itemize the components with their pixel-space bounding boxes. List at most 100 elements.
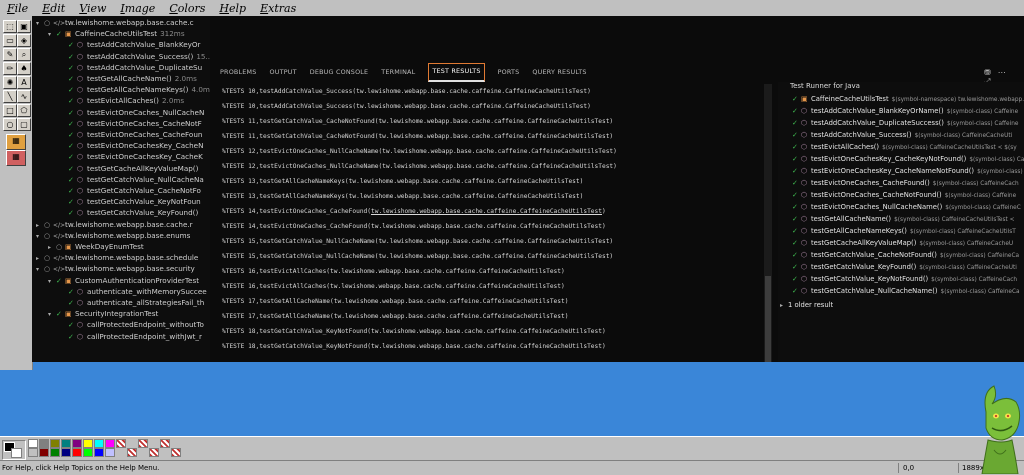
- palette-swatch[interactable]: [116, 439, 126, 448]
- tab-output[interactable]: OUTPUT: [269, 64, 296, 80]
- magnifier-icon[interactable]: ⌕: [17, 48, 31, 61]
- test-method-row[interactable]: ✓ ⬡ testGetCatchValue_CacheNotFo: [32, 185, 201, 196]
- palette-swatch[interactable]: [94, 448, 104, 457]
- runner-test-row[interactable]: ✓ ⬡ testEvictOneCachesKey_CacheNameNotFoun…: [792, 165, 1024, 177]
- runner-test-row[interactable]: ✓ ⬡ testGetCatchValue_NullCacheName() $(sym…: [792, 285, 1020, 297]
- test-method-row[interactable]: ✓ ⬡ authenticate_withMemorySuccee: [32, 286, 207, 297]
- test-package-row[interactable]: ▸ ○ </>tw.lewishome.webapp.base.schedule: [32, 252, 198, 263]
- text-tool-icon[interactable]: A: [17, 76, 31, 89]
- runner-test-row[interactable]: ✓ ⬡ testAddCatchValue_DuplicateSuccess() $(…: [792, 117, 1018, 129]
- runner-test-row[interactable]: ✓ ⬡ testEvictOneCaches_CacheFound() $(symbo…: [792, 177, 1019, 189]
- menu-item-edit[interactable]: Edit: [35, 2, 72, 15]
- palette-swatch[interactable]: [39, 439, 49, 448]
- palette-swatch[interactable]: [94, 439, 104, 448]
- runner-test-row[interactable]: ✓ ⬡ testAddCatchValue_Success() $(symbol-cl…: [792, 129, 1012, 141]
- curve-tool-icon[interactable]: ∿: [17, 90, 31, 103]
- runner-test-row[interactable]: ✓ ⬡ testGetAllCacheNameKeys() $(symbol-clas…: [792, 225, 1016, 237]
- extra-tool-2-icon[interactable]: ▦: [6, 150, 26, 166]
- runner-test-row[interactable]: ✓ ⬡ testGetCatchValue_KeyNotFound() $(symbo…: [792, 273, 1017, 285]
- palette-swatch[interactable]: [28, 439, 38, 448]
- extra-tool-icon[interactable]: ▦: [6, 134, 26, 150]
- palette-swatch[interactable]: [171, 448, 181, 457]
- palette-swatch[interactable]: [39, 448, 49, 457]
- test-package-row[interactable]: ▾ ○ </>tw.lewishome.webapp.base.security: [32, 263, 195, 274]
- chevron-right-icon[interactable]: ▸: [780, 300, 788, 312]
- polygon-tool-icon[interactable]: ⬠: [17, 104, 31, 117]
- output-link[interactable]: tw.lewishome.webapp.base.cache.caffeine.…: [371, 208, 602, 215]
- tab-query-results[interactable]: QUERY RESULTS: [532, 64, 586, 80]
- menu-item-image[interactable]: Image: [113, 2, 162, 15]
- background-color[interactable]: [11, 448, 22, 458]
- test-class-row[interactable]: ▸ ○ ▣ WeekDayEnumTest: [32, 241, 144, 252]
- test-method-row[interactable]: ✓ ⬡ testGetCacheAllKeyValueMap(): [32, 163, 198, 174]
- ellipse-tool-icon[interactable]: ○: [3, 118, 17, 131]
- palette-swatch[interactable]: [127, 448, 137, 457]
- palette-swatch[interactable]: [72, 439, 82, 448]
- rounded-rect-tool-icon[interactable]: ▢: [17, 118, 31, 131]
- palette-swatch[interactable]: [138, 439, 148, 448]
- palette-swatch[interactable]: [83, 439, 93, 448]
- tab-ports[interactable]: PORTS: [498, 64, 520, 80]
- test-method-row[interactable]: ✓ ⬡ testGetAllCacheName() 2.0ms: [32, 73, 197, 84]
- brush-icon[interactable]: ♠: [17, 62, 31, 75]
- palette-swatch[interactable]: [72, 448, 82, 457]
- pencil-icon[interactable]: ✏: [3, 62, 17, 75]
- runner-test-row[interactable]: ✓ ⬡ testAddCatchValue_BlankKeyOrName() $(sy…: [792, 105, 1018, 117]
- older-results-row[interactable]: ▸ 1 older result: [780, 299, 833, 311]
- free-select-icon[interactable]: ⬚: [3, 20, 17, 33]
- tab-debug-console[interactable]: DEBUG CONSOLE: [310, 64, 369, 80]
- rect-select-icon[interactable]: ▣: [17, 20, 31, 33]
- test-method-row[interactable]: ✓⬡testAddCatchValue_Success()15...: [32, 51, 210, 62]
- tab-terminal[interactable]: TERMINAL: [381, 64, 415, 80]
- rectangle-tool-icon[interactable]: □: [3, 104, 17, 117]
- test-package-row[interactable]: ▸ ○ </>tw.lewishome.webapp.base.cache.r: [32, 219, 193, 230]
- output-scroll-thumb[interactable]: [765, 276, 771, 362]
- palette-swatch[interactable]: [28, 448, 38, 457]
- test-method-row[interactable]: ✓ ⬡ testGetCatchValue_KeyNotFoun: [32, 196, 201, 207]
- test-method-row[interactable]: ✓ ⬡ callProtectedEndpoint_withJwt_r: [32, 331, 202, 342]
- test-method-row[interactable]: ✓ ⬡ testEvictOneCaches_NullCacheN: [32, 107, 204, 118]
- test-method-row[interactable]: ✓ ⬡ testEvictOneCachesKey_CacheN: [32, 140, 203, 151]
- menu-item-view[interactable]: View: [72, 2, 113, 15]
- test-method-row[interactable]: ✓ ⬡ authenticate_allStrategiesFail_th: [32, 297, 204, 308]
- eraser-icon[interactable]: ▭: [3, 34, 17, 47]
- test-method-row[interactable]: ✓ ⬡ callProtectedEndpoint_withoutTo: [32, 319, 204, 330]
- runner-test-row[interactable]: ✓ ⬡ testEvictOneCachesKey_CacheKeyNotFound…: [792, 153, 1024, 165]
- menu-item-colors[interactable]: Colors: [162, 2, 212, 15]
- palette-swatch[interactable]: [105, 439, 115, 448]
- menu-item-extras[interactable]: Extras: [253, 2, 303, 15]
- filter-icon[interactable]: ⛃: [984, 68, 991, 77]
- runner-class-row[interactable]: ✓ ▣ CaffeineCacheUtilsTest $(symbol-namespa…: [792, 93, 1024, 105]
- runner-test-row[interactable]: ✓ ⬡ testEvictOneCaches_NullCacheName() $(sy…: [792, 201, 1021, 213]
- fill-bucket-icon[interactable]: ◈: [17, 34, 31, 47]
- runner-test-row[interactable]: ✓ ⬡ testEvictAllCaches() $(symbol-class) Ca…: [792, 141, 1017, 153]
- tab-test-results[interactable]: TEST RESULTS: [428, 62, 485, 82]
- test-method-row[interactable]: ✓ ⬡ testAddCatchValue_DuplicateSu: [32, 62, 202, 73]
- palette-swatch[interactable]: [105, 448, 115, 457]
- airbrush-icon[interactable]: ✺: [3, 76, 17, 89]
- palette-swatch[interactable]: [50, 448, 60, 457]
- palette-swatch[interactable]: [83, 448, 93, 457]
- palette-swatch[interactable]: [50, 439, 60, 448]
- test-class-row[interactable]: ▾ ✓ ▣ CustomAuthenticationProviderTest: [32, 275, 199, 286]
- test-method-row[interactable]: ✓ ⬡ testGetCatchValue_KeyFound(): [32, 207, 198, 218]
- palette-swatch[interactable]: [160, 439, 170, 448]
- runner-test-row[interactable]: ✓ ⬡ testGetCatchValue_KeyFound() $(symbol-c…: [792, 261, 1017, 273]
- test-class-row[interactable]: ▾ ✓ ▣ CaffeineCacheUtilsTest 312ms: [32, 28, 185, 39]
- color-picker-icon[interactable]: ✎: [3, 48, 17, 61]
- test-method-row[interactable]: ✓⬡testGetAllCacheNameKeys()4.0ms: [32, 84, 210, 95]
- runner-test-row[interactable]: ✓ ⬡ testGetCatchValue_CacheNotFound() $(sym…: [792, 249, 1019, 261]
- test-class-row[interactable]: ▾ ✓ ▣ SecurityIntegrationTest: [32, 308, 158, 319]
- tab-problems[interactable]: PROBLEMS: [220, 64, 256, 80]
- palette-swatch[interactable]: [61, 448, 71, 457]
- test-method-row[interactable]: ✓ ⬡ testEvictOneCaches_CacheFoun: [32, 129, 202, 140]
- test-method-row[interactable]: ✓ ⬡ testAddCatchValue_BlankKeyOr: [32, 39, 201, 50]
- test-method-row[interactable]: ✓ ⬡ testEvictOneCaches_CacheNotF: [32, 118, 202, 129]
- test-method-row[interactable]: ✓ ⬡ testGetCatchValue_NullCacheNa: [32, 174, 204, 185]
- ellipsis-icon[interactable]: ⋯: [998, 68, 1006, 77]
- menu-item-file[interactable]: File: [0, 2, 35, 15]
- test-method-row[interactable]: ✓ ⬡ testEvictOneCachesKey_CacheK: [32, 151, 203, 162]
- test-package-row[interactable]: ▾ ○ </>tw.lewishome.webapp.base.cache.c: [32, 17, 194, 28]
- palette-swatch[interactable]: [61, 439, 71, 448]
- menu-item-help[interactable]: Help: [212, 2, 253, 15]
